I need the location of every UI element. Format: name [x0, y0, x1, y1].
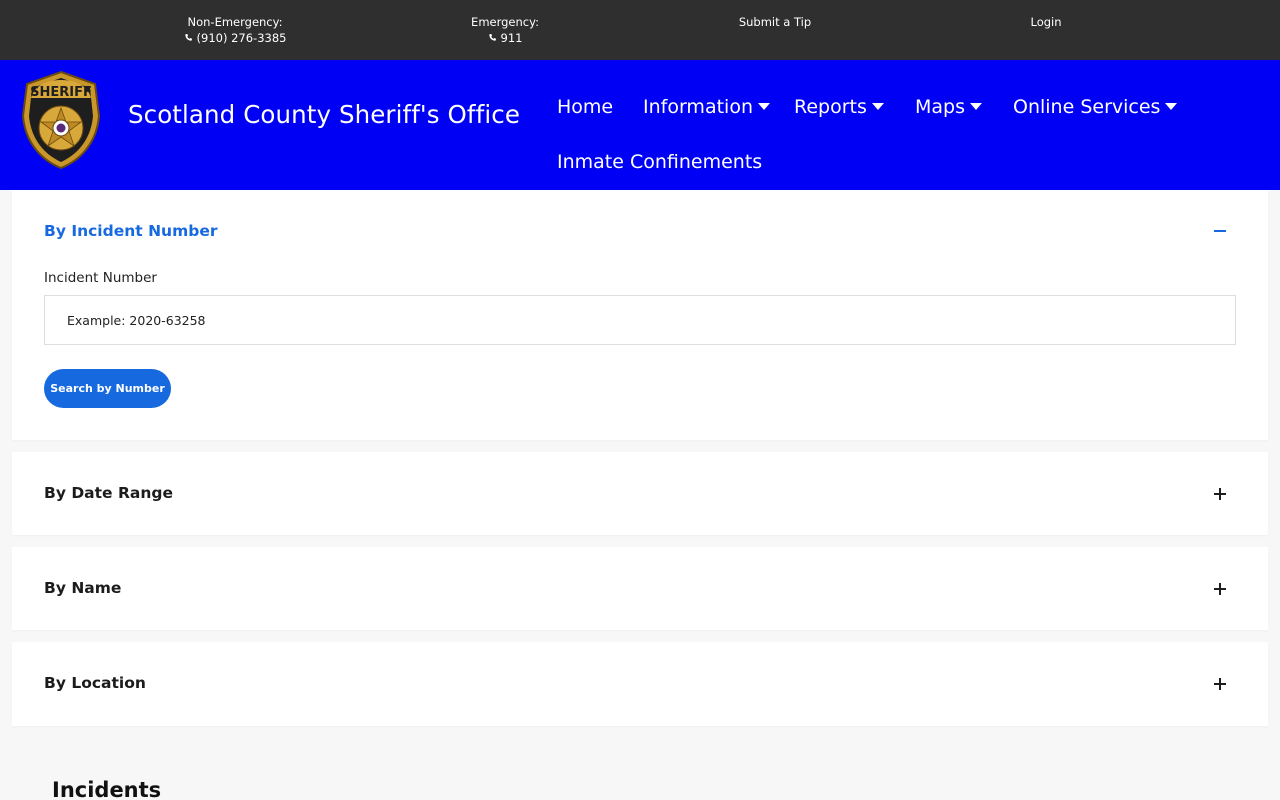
date-range-panel: By Date Range: [12, 452, 1268, 535]
location-panel: By Location: [12, 642, 1268, 726]
site-header: SHERIFF Scotland County Sheriff's Office…: [0, 60, 1280, 190]
phone-icon: [488, 33, 496, 41]
non-emergency-contact: Non-Emergency: (910) 276-3385: [135, 0, 335, 60]
search-by-number-button[interactable]: Search by Number: [44, 369, 171, 408]
date-range-panel-header[interactable]: By Date Range: [44, 484, 173, 502]
login-container: Login: [946, 0, 1146, 60]
nav-inmate-confinements-label: Inmate Confinements: [557, 151, 763, 173]
incident-number-panel-header[interactable]: By Incident Number: [44, 222, 217, 240]
nav-maps[interactable]: Maps: [915, 96, 982, 118]
submit-tip-container: Submit a Tip: [675, 0, 875, 60]
non-emergency-label: Non-Emergency:: [187, 15, 283, 29]
name-panel: By Name: [12, 547, 1268, 630]
submit-tip-link[interactable]: Submit a Tip: [675, 0, 875, 30]
emergency-contact: Emergency: 911: [405, 0, 605, 60]
caret-down-icon: [871, 103, 884, 110]
top-utility-bar: Non-Emergency: (910) 276-3385 Emergency:…: [0, 0, 1280, 60]
caret-down-icon: [970, 103, 982, 110]
caret-down-icon: [757, 103, 770, 110]
nav-maps-label: Maps: [915, 96, 965, 118]
logo-text: SHERIFF: [30, 85, 92, 100]
nav-online-services-label: Online Services: [1013, 96, 1161, 118]
non-emergency-phone: (910) 276-3385: [196, 31, 287, 45]
emergency-phone-link[interactable]: 911: [405, 30, 605, 46]
site-title[interactable]: Scotland County Sheriff's Office: [128, 100, 520, 129]
nav-reports-label: Reports: [794, 96, 867, 118]
non-emergency-phone-link[interactable]: (910) 276-3385: [135, 30, 335, 46]
nav-information-label: Information: [643, 96, 753, 118]
incident-number-input[interactable]: [44, 295, 1236, 345]
emergency-phone: 911: [500, 31, 523, 45]
incident-number-panel: By Incident Number Incident Number Searc…: [12, 190, 1268, 440]
name-panel-header[interactable]: By Name: [44, 579, 121, 597]
emergency-label: Emergency:: [471, 15, 539, 29]
incident-number-label: Incident Number: [44, 270, 157, 286]
plus-icon[interactable]: [1212, 676, 1228, 692]
plus-icon[interactable]: [1212, 581, 1228, 597]
nav-home-label: Home: [557, 96, 614, 118]
sheriff-badge-logo[interactable]: SHERIFF: [21, 70, 101, 170]
nav-online-services[interactable]: Online Services: [1013, 96, 1178, 118]
phone-icon: [184, 33, 192, 41]
nav-reports[interactable]: Reports: [794, 96, 884, 118]
nav-inmate-confinements[interactable]: Inmate Confinements: [557, 151, 762, 173]
login-link[interactable]: Login: [946, 0, 1146, 30]
caret-down-icon: [1165, 103, 1178, 110]
nav-information[interactable]: Information: [643, 96, 770, 118]
nav-home[interactable]: Home: [557, 96, 613, 118]
location-panel-header[interactable]: By Location: [44, 674, 146, 692]
incidents-heading: Incidents: [52, 778, 162, 800]
plus-icon[interactable]: [1212, 486, 1228, 502]
minus-icon[interactable]: [1212, 223, 1228, 239]
